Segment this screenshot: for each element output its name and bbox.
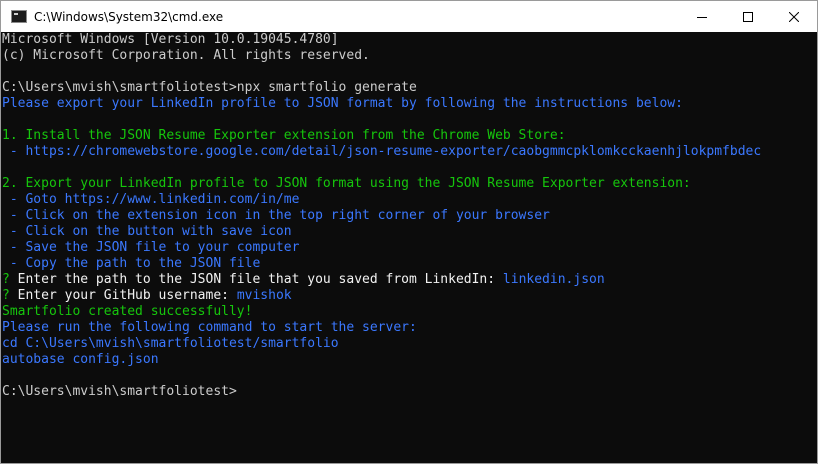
close-button[interactable] <box>771 1 817 32</box>
console-text: ? <box>2 272 18 287</box>
minimize-button[interactable] <box>679 1 725 32</box>
console-line: autobase config.json <box>2 352 801 368</box>
minimize-icon <box>697 16 707 18</box>
console-text: Enter your GitHub username: <box>17 288 237 303</box>
console-text: cd C:\Users\mvish\smartfoliotest/smartfo… <box>2 336 339 351</box>
console-output[interactable]: Microsoft Windows [Version 10.0.19045.47… <box>1 32 801 463</box>
maximize-icon <box>743 11 753 22</box>
console-line: 1. Install the JSON Resume Exporter exte… <box>2 128 801 144</box>
console-text: C:\Users\mvish\smartfoliotest> <box>2 384 237 399</box>
console-line: Please export your LinkedIn profile to J… <box>2 96 801 112</box>
console-scrollbar[interactable] <box>800 32 817 463</box>
console-line: - Click on the button with save icon <box>2 224 801 240</box>
maximize-button[interactable] <box>725 1 771 32</box>
console-text: Please run the following command to star… <box>2 320 417 335</box>
cmd-window: C:\Windows\System32\cmd.exe Microsoft Wi… <box>0 0 818 464</box>
console-text: linkedin.json <box>502 272 605 287</box>
console-line: Please run the following command to star… <box>2 320 801 336</box>
console-text: (c) Microsoft Corporation. All rights re… <box>2 48 370 63</box>
close-icon <box>789 11 799 22</box>
console-text: ? <box>2 288 18 303</box>
title-bar[interactable]: C:\Windows\System32\cmd.exe <box>1 1 817 32</box>
console-text: 2. Export your LinkedIn profile to JSON … <box>2 176 691 191</box>
console-text: - Save the JSON file to your computer <box>2 240 300 255</box>
window-controls <box>679 1 817 32</box>
console-text: mvishok <box>236 288 292 303</box>
console-line: - Copy the path to the JSON file <box>2 256 801 272</box>
console-line: - Goto https://www.linkedin.com/in/me <box>2 192 801 208</box>
console-line: ? Enter your GitHub username: mvishok <box>2 288 801 304</box>
console-line: C:\Users\mvish\smartfoliotest>npx smartf… <box>2 80 801 96</box>
console-text: - https://chromewebstore.google.com/deta… <box>2 144 762 159</box>
console-line: Microsoft Windows [Version 10.0.19045.47… <box>2 32 801 48</box>
console-text: Microsoft Windows [Version 10.0.19045.47… <box>2 32 339 47</box>
console-line: ? Enter the path to the JSON file that y… <box>2 272 801 288</box>
console-line: - https://chromewebstore.google.com/deta… <box>2 144 801 160</box>
console-text: autobase config.json <box>2 352 159 367</box>
console-text: Enter the path to the JSON file that you… <box>17 272 503 287</box>
console-text: - Click on the extension icon in the top… <box>2 208 550 223</box>
console-text: - Copy the path to the JSON file <box>2 256 261 271</box>
console-line: - Click on the extension icon in the top… <box>2 208 801 224</box>
console-line: 2. Export your LinkedIn profile to JSON … <box>2 176 801 192</box>
window-title: C:\Windows\System32\cmd.exe <box>34 9 224 24</box>
console-text: - Click on the button with save icon <box>2 224 292 239</box>
console-line: Smartfolio created successfully! <box>2 304 801 320</box>
console-text: C:\Users\mvish\smartfoliotest>npx smartf… <box>2 80 417 95</box>
console-text: 1. Install the JSON Resume Exporter exte… <box>2 128 566 143</box>
console-text: - Goto https://www.linkedin.com/in/me <box>2 192 300 207</box>
console-line: cd C:\Users\mvish\smartfoliotest/smartfo… <box>2 336 801 352</box>
console-line: - Save the JSON file to your computer <box>2 240 801 256</box>
console-line: (c) Microsoft Corporation. All rights re… <box>2 48 801 64</box>
console-line: C:\Users\mvish\smartfoliotest> <box>2 384 801 400</box>
cmd-icon[interactable] <box>11 10 27 23</box>
console-text: Please export your LinkedIn profile to J… <box>2 96 683 111</box>
console-text: Smartfolio created successfully! <box>2 304 253 319</box>
